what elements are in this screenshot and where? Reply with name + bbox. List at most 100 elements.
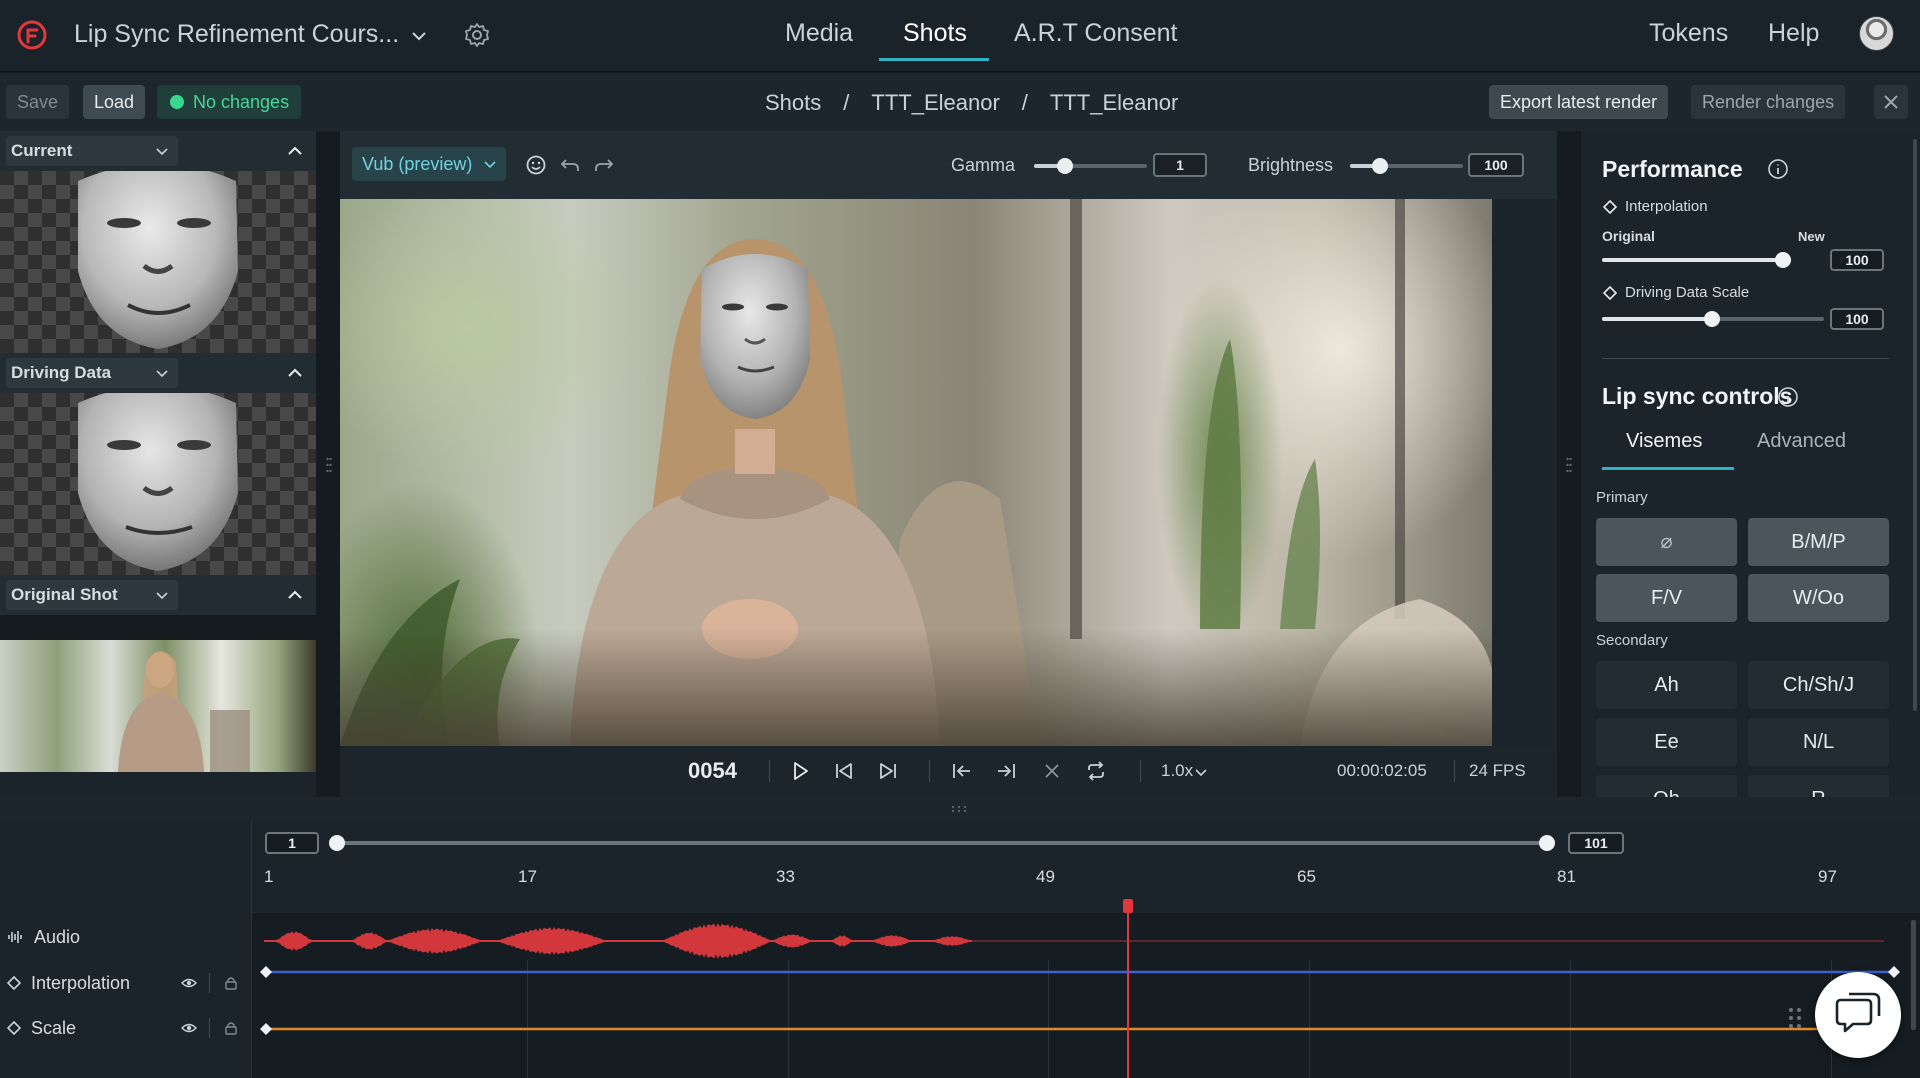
help-link[interactable]: Help bbox=[1768, 19, 1819, 48]
step-forward-icon[interactable] bbox=[876, 759, 900, 783]
driving-scale-slider-handle[interactable] bbox=[1704, 311, 1720, 327]
clear-range-icon[interactable] bbox=[1040, 759, 1064, 783]
range-slider-track[interactable] bbox=[336, 841, 1548, 845]
driving-data-select[interactable]: Driving Data bbox=[6, 358, 178, 388]
viseme-button-fv[interactable]: F/V bbox=[1596, 574, 1737, 622]
eye-icon[interactable] bbox=[181, 1020, 197, 1036]
divider bbox=[209, 1018, 210, 1038]
tick-label: 65 bbox=[1297, 867, 1316, 886]
playback-speed-select[interactable]: 1.0x bbox=[1161, 761, 1193, 781]
close-button[interactable] bbox=[1874, 85, 1908, 119]
redo-icon[interactable] bbox=[593, 154, 615, 176]
info-icon[interactable] bbox=[1767, 158, 1789, 180]
brightness-label: Brightness bbox=[1248, 155, 1334, 175]
chevron-up-icon[interactable] bbox=[285, 585, 305, 605]
tab-art-consent[interactable]: A.R.T Consent bbox=[1014, 19, 1178, 48]
drag-handle-icon[interactable] bbox=[1787, 1006, 1803, 1030]
viseme-button-ee[interactable]: Ee bbox=[1596, 718, 1737, 766]
tab-shots[interactable]: Shots bbox=[903, 19, 967, 48]
eye-icon[interactable] bbox=[181, 975, 197, 991]
audio-waveform[interactable] bbox=[264, 923, 972, 959]
tab-advanced[interactable]: Advanced bbox=[1757, 430, 1846, 453]
load-button[interactable]: Load bbox=[83, 85, 146, 119]
undo-icon[interactable] bbox=[559, 154, 581, 176]
driving-data-label: Driving Data bbox=[11, 363, 112, 382]
chat-support-button[interactable] bbox=[1815, 972, 1901, 1058]
breadcrumb-shots[interactable]: Shots bbox=[765, 90, 821, 116]
keyframe-diamond-icon[interactable] bbox=[260, 1023, 272, 1035]
chevron-down-icon[interactable] bbox=[1194, 765, 1208, 779]
chevron-down-icon bbox=[484, 161, 496, 169]
divider bbox=[769, 760, 770, 782]
keyframe-diamond-icon[interactable] bbox=[260, 966, 272, 978]
range-start-input[interactable]: 1 bbox=[265, 832, 319, 854]
performance-title: Performance bbox=[1602, 156, 1743, 182]
tab-visemes[interactable]: Visemes bbox=[1626, 430, 1702, 453]
project-title[interactable]: Lip Sync Refinement Cours... bbox=[74, 20, 399, 49]
timeline-scrollbar[interactable] bbox=[1911, 920, 1916, 1030]
audio-waveform-icon bbox=[8, 931, 22, 943]
viseme-button-nl[interactable]: N/L bbox=[1748, 718, 1889, 766]
breadcrumb-shot[interactable]: TTT_Eleanor bbox=[871, 90, 999, 116]
fps-display: 24 FPS bbox=[1469, 761, 1526, 780]
interpolation-input[interactable]: 100 bbox=[1830, 249, 1884, 271]
chevron-up-icon[interactable] bbox=[285, 363, 305, 383]
range-end-input[interactable]: 101 bbox=[1568, 832, 1624, 854]
drag-handle-icon[interactable] bbox=[1566, 456, 1572, 474]
model-select[interactable]: Vub (preview) bbox=[352, 147, 507, 181]
status-badge: No changes bbox=[157, 85, 302, 119]
viseme-button-bmp[interactable]: B/M/P bbox=[1748, 518, 1889, 566]
export-latest-render-button[interactable]: Export latest render bbox=[1489, 85, 1669, 119]
chevron-down-icon bbox=[156, 370, 168, 378]
timeline-resize-bar[interactable] bbox=[0, 797, 1920, 821]
video-preview[interactable] bbox=[340, 199, 1492, 746]
current-select[interactable]: Current bbox=[6, 136, 178, 166]
status-text: No changes bbox=[193, 92, 290, 112]
jump-to-end-icon[interactable] bbox=[994, 759, 1018, 783]
viseme-button-neutral[interactable]: ⌀ bbox=[1596, 518, 1737, 566]
jump-to-start-icon[interactable] bbox=[950, 759, 974, 783]
viseme-button-r[interactable]: R bbox=[1748, 775, 1889, 797]
lock-icon[interactable] bbox=[223, 1020, 239, 1036]
viseme-button-oh[interactable]: Oh bbox=[1596, 775, 1737, 797]
play-icon[interactable] bbox=[788, 759, 812, 783]
save-button[interactable]: Save bbox=[6, 85, 70, 119]
gear-icon[interactable] bbox=[463, 21, 491, 49]
face-icon[interactable] bbox=[525, 154, 547, 176]
interpolation-label: Interpolation bbox=[1625, 198, 1708, 215]
range-end-handle[interactable] bbox=[1539, 835, 1555, 851]
panel-scrollbar[interactable] bbox=[1913, 139, 1917, 711]
keyframe-diamond-icon[interactable] bbox=[1603, 200, 1617, 214]
tab-media[interactable]: Media bbox=[785, 19, 853, 48]
primary-label: Primary bbox=[1596, 489, 1648, 506]
original-shot-select[interactable]: Original Shot bbox=[6, 580, 178, 610]
interpolation-slider-handle[interactable] bbox=[1775, 252, 1791, 268]
original-shot-thumbnail[interactable] bbox=[0, 640, 316, 772]
avatar[interactable] bbox=[1859, 16, 1894, 51]
chevron-down-icon[interactable] bbox=[409, 26, 429, 46]
app-logo-icon[interactable] bbox=[16, 19, 48, 51]
preview-panel: Vub (preview) Gamma 1 Brightness 100 005… bbox=[340, 131, 1557, 797]
loop-icon[interactable] bbox=[1084, 759, 1108, 783]
keyframe-diamond-icon[interactable] bbox=[1603, 286, 1617, 300]
step-back-icon[interactable] bbox=[832, 759, 856, 783]
gamma-slider-handle[interactable] bbox=[1057, 158, 1073, 174]
viseme-button-woo[interactable]: W/Oo bbox=[1748, 574, 1889, 622]
drag-handle-icon[interactable] bbox=[326, 456, 332, 474]
timeline-tracks[interactable] bbox=[252, 913, 1920, 1078]
brightness-slider-handle[interactable] bbox=[1372, 158, 1388, 174]
chevron-up-icon[interactable] bbox=[285, 141, 305, 161]
viseme-button-ah[interactable]: Ah bbox=[1596, 661, 1737, 709]
gamma-input[interactable]: 1 bbox=[1153, 153, 1207, 177]
playhead[interactable] bbox=[1127, 905, 1129, 1078]
model-select-label: Vub (preview) bbox=[362, 154, 473, 174]
render-changes-button[interactable]: Render changes bbox=[1691, 85, 1846, 119]
tokens-link[interactable]: Tokens bbox=[1649, 19, 1728, 48]
brightness-input[interactable]: 100 bbox=[1468, 153, 1524, 177]
range-start-handle[interactable] bbox=[329, 835, 345, 851]
lock-icon[interactable] bbox=[223, 975, 239, 991]
info-icon[interactable] bbox=[1777, 386, 1799, 408]
viseme-button-chshj[interactable]: Ch/Sh/J bbox=[1748, 661, 1889, 709]
drag-handle-icon[interactable] bbox=[950, 805, 968, 813]
driving-scale-input[interactable]: 100 bbox=[1830, 308, 1884, 330]
